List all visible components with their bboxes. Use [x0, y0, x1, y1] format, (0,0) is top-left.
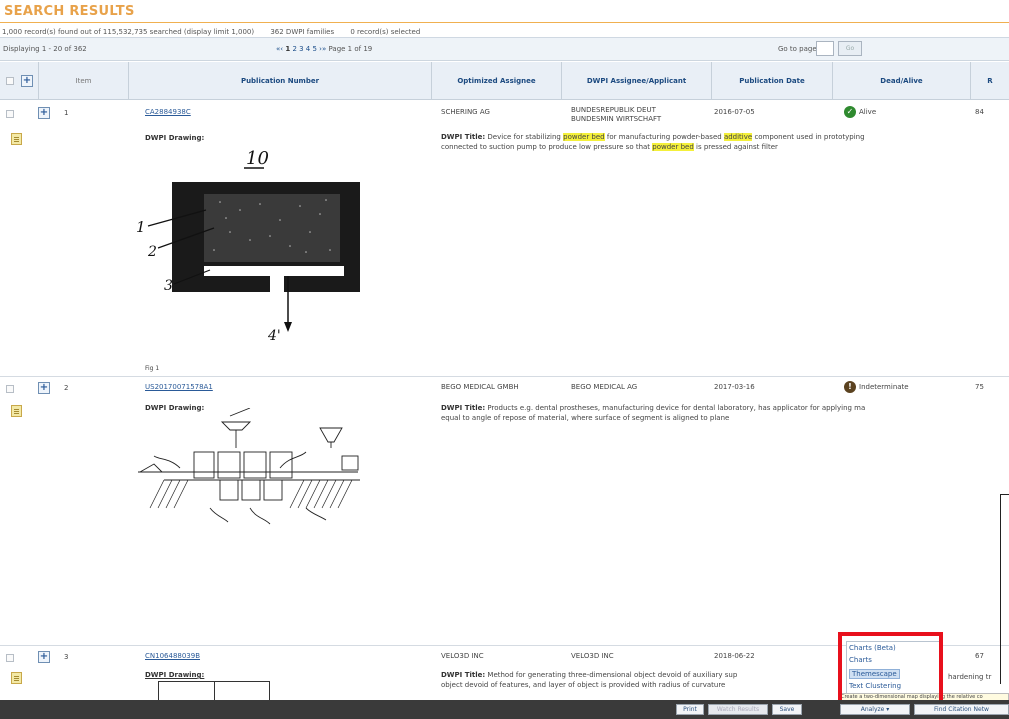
relevance-score: 67 — [975, 652, 984, 660]
document-icon[interactable] — [11, 133, 22, 145]
families-count: 362 DWPI families — [270, 28, 335, 36]
figure-caption: Fig 1 — [145, 365, 160, 372]
indeterminate-icon: ! — [844, 381, 856, 393]
results-summary: 1,000 record(s) found out of 115,532,735… — [2, 28, 434, 36]
row-checkbox[interactable] — [6, 654, 14, 662]
col-item[interactable]: Item — [38, 62, 128, 100]
dwpi-assignee-line1: BEGO MEDICAL AG — [571, 383, 638, 391]
dwpi-title: DWPI Title: Method for generating three-… — [441, 670, 841, 690]
title-text-segment: for manufacturing powder-based — [606, 133, 722, 141]
document-icon[interactable] — [11, 672, 22, 684]
relevance-score: 75 — [975, 383, 984, 391]
row-checkbox[interactable] — [6, 110, 14, 118]
row-item-number: 1 — [64, 109, 69, 117]
relevance-score: 84 — [975, 108, 984, 116]
fig-label-2: 2 — [147, 244, 157, 260]
table-header: + Item Publication Number Optimized Assi… — [0, 62, 1009, 100]
title-text-overflow: hardening tr — [948, 673, 992, 681]
drawing-thumbnail-divider — [214, 681, 215, 700]
row-checkbox[interactable] — [6, 385, 14, 393]
bottom-toolbar: Print Watch Results Save Analyze ▾ Find … — [0, 700, 1009, 719]
selected-count: 0 record(s) selected — [350, 28, 421, 36]
col-publication-date[interactable]: Publication Date — [711, 62, 832, 100]
save-button[interactable]: Save — [772, 704, 802, 715]
watch-results-button[interactable]: Watch Results — [708, 704, 768, 715]
alive-check-icon: ✓ — [844, 106, 856, 118]
col-optimized-assignee[interactable]: Optimized Assignee — [431, 62, 561, 100]
page-of-label: Page 1 of 19 — [328, 45, 373, 53]
expand-row-icon[interactable]: + — [38, 107, 50, 119]
fig-label-4: 4' — [267, 328, 281, 344]
expand-row-icon[interactable]: + — [38, 651, 50, 663]
search-term-highlight: powder bed — [563, 133, 605, 141]
dwpi-title: DWPI Title: Products e.g. dental prosthe… — [441, 403, 1009, 423]
dwpi-title: DWPI Title: Device for stabilizing powde… — [441, 132, 1009, 152]
dwpi-assignee-line1: VELO3D INC — [571, 652, 614, 660]
current-page: 1 — [285, 45, 291, 53]
status-label: Alive — [859, 108, 877, 116]
search-term-highlight: additive — [723, 133, 753, 141]
dwpi-assignee-line1: BUNDESREPUBLIK DEUT — [571, 106, 656, 114]
col-publication-number[interactable]: Publication Number — [128, 62, 431, 100]
title-text-segment: object devoid of features, and layer of … — [441, 681, 726, 689]
title-text-segment: Method for generating three-dimensional … — [487, 671, 738, 679]
goto-page-button[interactable]: Go — [838, 41, 862, 56]
print-button[interactable]: Print — [676, 704, 704, 715]
expand-row-icon[interactable]: + — [38, 382, 50, 394]
goto-page-input[interactable] — [816, 41, 834, 56]
page-title: SEARCH RESULTS — [4, 4, 135, 19]
page-links[interactable]: 2 3 4 5 — [292, 45, 317, 53]
document-icon[interactable] — [11, 405, 22, 417]
pager-bar: Displaying 1 - 20 of 362 «‹ 1 2 3 4 5 ›»… — [0, 38, 1009, 61]
title-divider — [0, 22, 1009, 23]
dwpi-title-label: DWPI Title: — [441, 133, 486, 141]
status-label: Indeterminate — [859, 383, 909, 391]
page-navigation: «‹ 1 2 3 4 5 ›» Page 1 of 19 — [276, 45, 372, 53]
row-divider — [0, 376, 1009, 377]
publication-number-link[interactable]: CA2884938C — [145, 108, 191, 116]
side-panel-edge — [1000, 494, 1009, 684]
publication-date: 2016-07-05 — [714, 108, 755, 116]
publication-date: 2017-03-16 — [714, 383, 755, 391]
records-found-text: 1,000 record(s) found out of 115,532,735… — [2, 28, 255, 36]
first-prev-links[interactable]: «‹ — [276, 45, 283, 53]
fig-label-1: 1 — [136, 218, 146, 236]
header-select-cell: + — [0, 62, 38, 100]
select-all-checkbox[interactable] — [6, 77, 14, 85]
row-item-number: 3 — [64, 653, 69, 661]
title-text-segment: connected to suction pump to produce low… — [441, 143, 651, 151]
col-dwpi-assignee[interactable]: DWPI Assignee/Applicant — [561, 62, 711, 100]
dwpi-drawing-label: DWPI Drawing: — [145, 671, 205, 679]
title-text-segment: component used in prototyping — [754, 133, 865, 141]
row-item-number: 2 — [64, 384, 69, 392]
optimized-assignee: VELO3D INC — [441, 652, 484, 660]
title-text-segment: is pressed against filter — [696, 143, 778, 151]
optimized-assignee: BEGO MEDICAL GMBH — [441, 383, 519, 391]
next-last-links[interactable]: ›» — [319, 45, 326, 53]
search-term-highlight: powder bed — [652, 143, 694, 151]
find-citation-network-button[interactable]: Find Citation Netw — [914, 704, 1009, 715]
publication-number-link[interactable]: US20170071578A1 — [145, 383, 213, 391]
col-dead-alive[interactable]: Dead/Alive — [832, 62, 970, 100]
fig-label-3: 3 — [164, 278, 173, 294]
optimized-assignee: SCHERING AG — [441, 108, 490, 116]
analyze-button[interactable]: Analyze ▾ — [840, 704, 910, 715]
displaying-range: Displaying 1 - 20 of 362 — [3, 45, 87, 53]
annotation-highlight-box — [838, 632, 943, 708]
goto-page-label: Go to page: — [778, 45, 820, 53]
title-text-segment: equal to angle of repose of material, wh… — [441, 414, 730, 422]
publication-number-link[interactable]: CN106488039B — [145, 652, 200, 660]
col-truncated[interactable]: R — [970, 62, 1009, 100]
dwpi-title-label: DWPI Title: — [441, 671, 486, 679]
title-text-segment: Products e.g. dental prostheses, manufac… — [487, 404, 866, 412]
publication-date: 2018-06-22 — [714, 652, 755, 660]
dwpi-assignee-line2: BUNDESMIN WIRTSCHAFT — [571, 115, 662, 123]
patent-drawing-figure-2[interactable] — [130, 408, 390, 528]
dwpi-title-label: DWPI Title: — [441, 404, 486, 412]
expand-all-icon[interactable]: + — [21, 75, 33, 87]
patent-drawing-figure-1[interactable]: 10 1 2 3 4' — [130, 140, 390, 368]
fig-label-10: 10 — [246, 148, 269, 169]
title-text-segment: Device for stabilizing — [487, 133, 561, 141]
